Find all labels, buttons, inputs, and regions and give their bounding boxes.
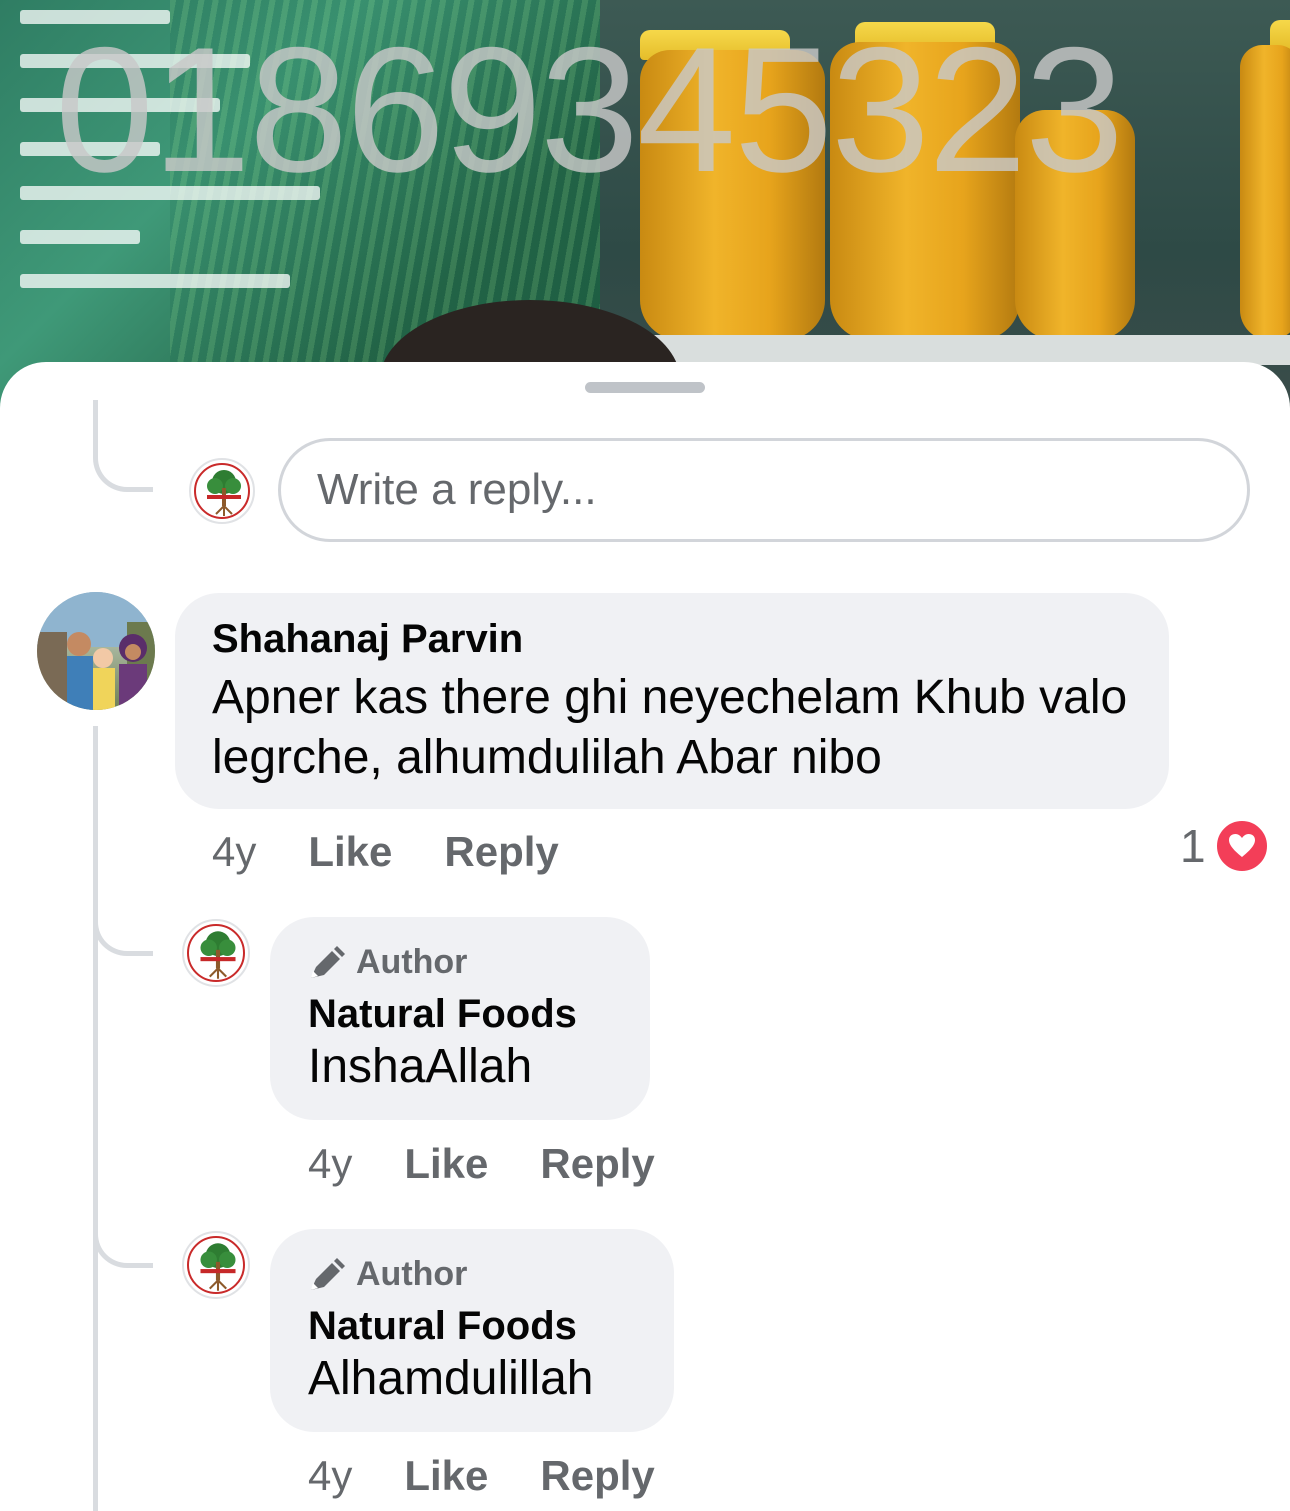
profile-photo xyxy=(37,592,155,710)
comments-sheet[interactable]: Write a reply... Shahanaj Parvin Apner k… xyxy=(0,362,1290,1511)
author-badge-label: Author xyxy=(356,943,468,981)
reply-actions: 4y Like Reply xyxy=(308,1452,707,1500)
reaction-count: 1 xyxy=(1180,820,1206,872)
comment-timestamp[interactable]: 4y xyxy=(212,828,256,876)
reply-button[interactable]: Reply xyxy=(444,828,558,876)
reply-text: Alhamdulillah xyxy=(308,1352,594,1405)
page-avatar[interactable] xyxy=(182,919,250,987)
pen-icon xyxy=(311,945,345,978)
reply-bubble[interactable]: Author Natural Foods InshaAllah xyxy=(270,917,650,1120)
reply-author-name[interactable]: Natural Foods xyxy=(308,992,620,1037)
tree-logo-icon xyxy=(200,931,236,979)
like-button[interactable]: Like xyxy=(404,1452,488,1500)
thread-line xyxy=(93,726,98,1511)
comment-bubble[interactable]: Shahanaj Parvin Apner kas there ghi neye… xyxy=(175,593,1169,809)
reply-bubble[interactable]: Author Natural Foods Alhamdulillah xyxy=(270,1229,674,1432)
thread-connector xyxy=(93,400,153,492)
reply-actions: 4y Like Reply xyxy=(308,1140,707,1188)
author-badge-label: Author xyxy=(356,1255,468,1293)
page-avatar[interactable] xyxy=(182,1231,250,1299)
comment-text: Apner kas there ghi neyechelam Khub valo… xyxy=(212,671,1128,784)
shelf xyxy=(600,335,1290,365)
heart-icon xyxy=(1213,818,1270,874)
reply-text: InshaAllah xyxy=(308,1040,533,1093)
video-background: 01869345323 xyxy=(0,0,1290,420)
drag-handle[interactable] xyxy=(585,382,705,393)
thread-connector xyxy=(93,1214,153,1268)
pen-icon xyxy=(311,1257,345,1290)
reply-button[interactable]: Reply xyxy=(540,1452,654,1500)
reply-timestamp[interactable]: 4y xyxy=(308,1140,352,1188)
tree-logo-icon xyxy=(200,1243,236,1291)
tree-logo-icon xyxy=(207,470,241,516)
overlay-phone-number: 01869345323 xyxy=(55,10,1124,209)
like-button[interactable]: Like xyxy=(404,1140,488,1188)
author-badge: Author xyxy=(308,943,620,982)
page-avatar[interactable] xyxy=(189,458,255,524)
user-avatar[interactable] xyxy=(37,592,155,710)
reaction-summary[interactable]: 1 xyxy=(1180,818,1270,874)
thread-connector xyxy=(93,902,153,956)
like-button[interactable]: Like xyxy=(308,828,392,876)
reply-author-name[interactable]: Natural Foods xyxy=(308,1304,644,1349)
comment-author-name[interactable]: Shahanaj Parvin xyxy=(212,617,1133,662)
reply-button[interactable]: Reply xyxy=(540,1140,654,1188)
write-reply-input[interactable]: Write a reply... xyxy=(278,438,1250,542)
author-badge: Author xyxy=(308,1255,644,1294)
reply-timestamp[interactable]: 4y xyxy=(308,1452,352,1500)
ghee-jar xyxy=(1240,45,1290,340)
comment-actions: 4y Like Reply xyxy=(212,828,611,876)
